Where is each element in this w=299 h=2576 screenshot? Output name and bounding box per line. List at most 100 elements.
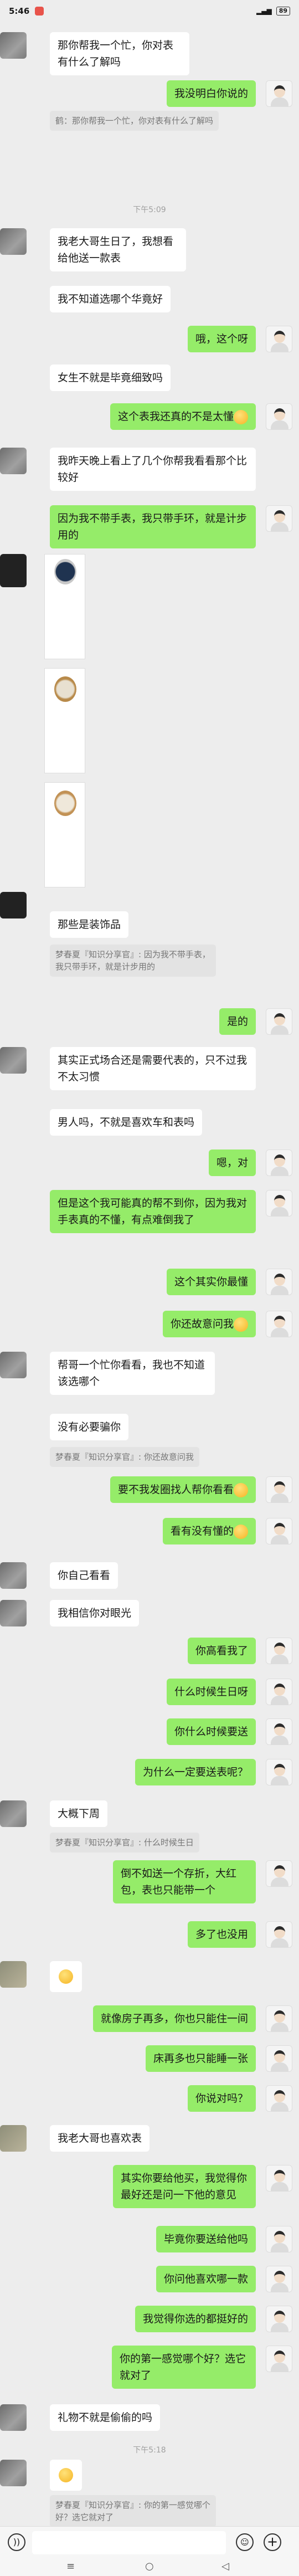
contact-avatar[interactable] (0, 32, 27, 59)
my-avatar[interactable] (266, 2045, 292, 2072)
status-bar: 5:46 ▂▄▆ 89 (0, 0, 299, 22)
message-right[interactable]: 为什么一定要送表呢？ (135, 1759, 256, 1785)
message-right[interactable]: 床再多也只能睡一张 (145, 2045, 256, 2072)
message-left[interactable]: 我昨天晚上看上了几个你帮我看看那个比较好 (50, 448, 256, 491)
quote-reply[interactable]: 梦春夏『知识分享官』: 你还故意问我 (50, 1447, 199, 1467)
my-avatar[interactable] (266, 1476, 292, 1503)
my-avatar[interactable] (266, 1311, 292, 1337)
my-avatar[interactable] (266, 2005, 292, 2032)
quote-reply[interactable]: 梦春夏『知识分享官』: 因为我不带手表，我只带手环，就是计步用的 (50, 945, 216, 977)
quote-reply[interactable]: 鹤：那你帮我一个忙，你对表有什么了解吗 (50, 111, 219, 131)
message-right[interactable]: 这个其实你最懂 (166, 1269, 256, 1295)
message-right[interactable]: 哦，这个呀 (187, 326, 256, 352)
emoji-message[interactable] (50, 1961, 82, 1992)
contact-avatar[interactable] (0, 2125, 27, 2152)
message-right[interactable]: 我没明白你说的 (166, 80, 256, 107)
message-left[interactable]: 我老大哥生日了，我想看给他送一款表 (50, 228, 186, 271)
message-text: 这个表我还真的不是太懂 (117, 410, 234, 423)
message-right[interactable]: 是的 (219, 1008, 256, 1035)
contact-avatar[interactable] (0, 1600, 27, 1626)
message-left[interactable]: 你自己看看 (50, 1562, 118, 1589)
message-right[interactable]: 你的第一感觉哪个好？选它就对了 (112, 2346, 256, 2389)
message-right[interactable]: 嗯，对 (208, 1150, 256, 1176)
quote-reply[interactable]: 梦春夏『知识分享官』: 你的第一感觉哪个好？选它就对了 (50, 2495, 216, 2527)
message-right[interactable]: 你问他喜欢哪一款 (156, 2266, 256, 2292)
system-nav-bar: ≡ ○ ◁ (0, 2558, 299, 2576)
my-avatar[interactable] (266, 2306, 292, 2332)
message-right[interactable]: 就像房子再多，你也只能住一间 (92, 2005, 256, 2032)
message-right[interactable]: 你还故意问我 (162, 1311, 256, 1337)
my-avatar[interactable] (266, 2226, 292, 2252)
message-right[interactable]: 因为我不带手表，我只带手环，就是计步用的 (50, 505, 256, 548)
my-avatar[interactable] (266, 1679, 292, 1705)
message-right[interactable]: 什么时候生日呀 (166, 1679, 256, 1705)
message-right[interactable]: 多了也没用 (187, 1921, 256, 1948)
message-right[interactable]: 其实你要给他买，我觉得你最好还是问一下他的意见 (113, 2165, 256, 2208)
message-left[interactable]: 大概下周 (50, 1800, 108, 1827)
message-right[interactable]: 要不我发圈找人帮你看看 (110, 1476, 256, 1503)
message-right[interactable]: 你说对吗？ (187, 2085, 256, 2112)
my-avatar[interactable] (266, 326, 292, 352)
message-right[interactable]: 但是这个我可能真的帮不到你，因为我对手表真的不懂，有点难倒我了 (50, 1190, 256, 1233)
my-avatar[interactable] (266, 403, 292, 430)
my-avatar[interactable] (266, 1150, 292, 1176)
contact-avatar[interactable] (0, 1562, 27, 1589)
message-right[interactable]: 毕竟你要送给他吗 (156, 2226, 256, 2252)
product-screenshot[interactable] (44, 554, 85, 659)
contact-avatar[interactable] (0, 228, 27, 255)
message-left[interactable]: 那些是装饰品 (50, 911, 129, 938)
voice-icon[interactable]: )) (8, 2533, 25, 2551)
message-left[interactable]: 帮哥一个忙你看看，我也不知道该选哪个 (50, 1352, 215, 1395)
my-avatar[interactable] (266, 505, 292, 532)
my-avatar[interactable] (266, 2266, 292, 2292)
message-left[interactable]: 我老大哥也喜欢表 (50, 2125, 150, 2152)
my-avatar[interactable] (266, 2085, 292, 2112)
product-screenshot[interactable] (44, 782, 85, 887)
message-left[interactable]: 女生不就是毕竟细致吗 (50, 365, 171, 391)
my-avatar[interactable] (266, 1269, 292, 1295)
message-right[interactable]: 看有没有懂的 (162, 1518, 256, 1544)
message-right[interactable]: 你什么时候要送 (166, 1718, 256, 1745)
message-left[interactable]: 其实正式场合还是需要代表的，只不过我不太习惯 (50, 1047, 256, 1090)
home-icon[interactable]: ○ (145, 2560, 154, 2572)
my-avatar[interactable] (266, 1921, 292, 1948)
contact-avatar[interactable] (0, 554, 27, 587)
message-left[interactable]: 我不知道选哪个华竟好 (50, 286, 171, 312)
notification-icon (35, 7, 44, 16)
message-left[interactable]: 我相信你对眼光 (50, 1600, 140, 1626)
my-avatar[interactable] (266, 2165, 292, 2192)
contact-avatar[interactable] (0, 1047, 27, 1074)
contact-avatar[interactable] (0, 1352, 27, 1378)
message-right[interactable]: 你高看我了 (187, 1638, 256, 1664)
message-input[interactable] (32, 2531, 226, 2554)
quote-reply[interactable]: 梦春夏『知识分享官』: 什么时候生日 (50, 1833, 199, 1853)
my-avatar[interactable] (266, 1860, 292, 1887)
my-avatar[interactable] (266, 1190, 292, 1217)
my-avatar[interactable] (266, 1759, 292, 1785)
contact-avatar[interactable] (0, 2404, 27, 2431)
my-avatar[interactable] (266, 1518, 292, 1544)
message-left[interactable]: 那你帮我一个忙，你对表有什么了解吗 (50, 32, 189, 75)
contact-avatar[interactable] (0, 1961, 27, 1988)
menu-icon[interactable]: ≡ (66, 2560, 75, 2572)
emoji-message[interactable] (50, 2460, 82, 2491)
message-right[interactable]: 我觉得你选的都挺好的 (135, 2306, 256, 2332)
message-left[interactable]: 男人吗，不就是喜欢车和表吗 (50, 1109, 203, 1136)
my-avatar[interactable] (266, 80, 292, 107)
my-avatar[interactable] (266, 1008, 292, 1035)
contact-avatar[interactable] (0, 1800, 27, 1827)
contact-avatar[interactable] (0, 2460, 27, 2486)
message-left[interactable]: 礼物不就是偷偷的吗 (50, 2404, 161, 2431)
contact-avatar[interactable] (0, 448, 27, 474)
my-avatar[interactable] (266, 1718, 292, 1745)
plus-icon[interactable]: + (264, 2533, 281, 2551)
product-screenshot[interactable] (44, 668, 85, 773)
my-avatar[interactable] (266, 1638, 292, 1664)
message-right[interactable]: 倒不如送一个存折，大红包，表也只能带一个 (113, 1860, 256, 1903)
emoji-button-icon[interactable]: ☺ (236, 2533, 254, 2551)
message-left[interactable]: 没有必要骗你 (50, 1414, 129, 1440)
back-icon[interactable]: ◁ (221, 2560, 229, 2572)
message-right[interactable]: 这个表我还真的不是太懂 (110, 403, 256, 430)
contact-avatar[interactable] (0, 892, 27, 918)
my-avatar[interactable] (266, 2346, 292, 2372)
